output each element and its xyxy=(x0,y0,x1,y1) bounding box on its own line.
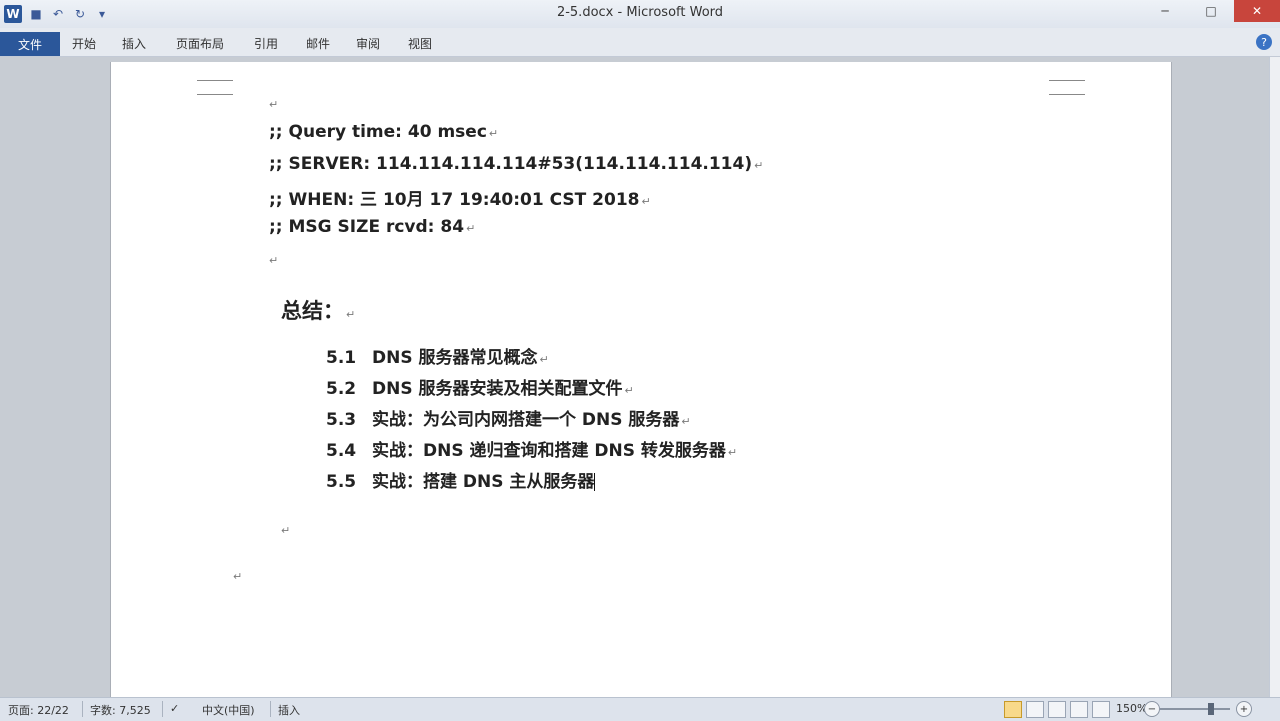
summary-item[interactable]: 5.4 实战：DNS 递归查询和搭建 DNS 转发服务器 ↵ xyxy=(326,436,737,461)
summary-heading-text: 总结： xyxy=(281,299,344,323)
tab-file[interactable]: 文件 xyxy=(0,32,60,56)
summary-item-text: 实战：DNS 递归查询和搭建 DNS 转发服务器 xyxy=(372,441,726,461)
summary-item-text: DNS 服务器安装及相关配置文件 xyxy=(372,379,623,399)
when-line[interactable]: ;; WHEN: 三 10月 17 19:40:01 CST 2018 ↵ xyxy=(269,185,651,210)
server-line[interactable]: ;; SERVER: 114.114.114.114#53(114.114.11… xyxy=(269,154,763,174)
summary-item[interactable]: 5.2 DNS 服务器安装及相关配置文件 ↵ xyxy=(326,374,634,399)
paragraph-mark: ↵ xyxy=(269,98,279,111)
full-screen-reading-view-icon[interactable] xyxy=(1026,701,1044,718)
page-count[interactable]: 页面: 22/22 xyxy=(8,702,69,718)
window-controls: ─ □ ✕ xyxy=(1142,0,1280,22)
query-time-line[interactable]: ;; Query time: 40 msec ↵ xyxy=(269,122,498,142)
summary-item-number: 5.5 xyxy=(326,472,357,492)
crop-mark xyxy=(1049,80,1085,95)
tab-mailings[interactable]: 邮件 xyxy=(306,35,330,52)
paragraph-mark: ↵ xyxy=(269,254,279,267)
paragraph-mark: ↵ xyxy=(727,446,738,459)
paragraph-mark: ↵ xyxy=(641,195,651,208)
msg-size-line[interactable]: ;; MSG SIZE rcvd: 84 ↵ xyxy=(269,217,475,237)
zoom-level[interactable]: 150% xyxy=(1116,702,1147,715)
line-text: ;; Query time: 40 msec xyxy=(269,122,487,142)
crop-mark xyxy=(1049,66,1085,81)
paragraph-mark: ↵ xyxy=(488,127,499,140)
draft-view-icon[interactable] xyxy=(1092,701,1110,718)
line-text: ;; MSG SIZE rcvd: 84 xyxy=(269,217,465,237)
summary-item-number: 5.3 xyxy=(326,410,357,430)
paragraph-mark: ↵ xyxy=(539,353,549,366)
tab-view[interactable]: 视图 xyxy=(408,35,432,52)
print-layout-view-icon[interactable] xyxy=(1004,701,1022,718)
paragraph-mark: ↵ xyxy=(281,524,291,537)
close-button[interactable]: ✕ xyxy=(1234,0,1280,22)
summary-item-number: 5.1 xyxy=(326,348,357,368)
status-bar: 页面: 22/22 字数: 7,525 ✓ 中文(中国) 插入 150% − + xyxy=(0,697,1280,721)
tab-home[interactable]: 开始 xyxy=(72,35,96,52)
crop-mark xyxy=(197,80,233,95)
language-indicator[interactable]: 中文(中国) xyxy=(202,702,255,718)
outline-view-icon[interactable] xyxy=(1070,701,1088,718)
summary-item[interactable]: 5.1 DNS 服务器常见概念 ↵ xyxy=(326,343,549,368)
ribbon-tabs: 文件 开始 插入 页面布局 引用 邮件 审阅 视图 ? xyxy=(0,28,1280,57)
summary-item-number: 5.2 xyxy=(326,379,357,399)
summary-item[interactable]: 5.3 实战：为公司内网搭建一个 DNS 服务器 ↵ xyxy=(326,405,691,430)
line-text: ;; WHEN: 三 10月 17 19:40:01 CST 2018 xyxy=(269,190,640,210)
paragraph-mark: ↵ xyxy=(346,308,356,321)
crop-mark xyxy=(197,66,233,81)
text-cursor xyxy=(594,473,596,491)
web-layout-view-icon[interactable] xyxy=(1048,701,1066,718)
paragraph-mark: ↵ xyxy=(624,384,634,397)
paragraph-mark: ↵ xyxy=(466,222,476,235)
divider xyxy=(270,701,271,717)
zoom-in-icon[interactable]: + xyxy=(1236,701,1252,717)
proofing-icon[interactable]: ✓ xyxy=(170,702,179,715)
paragraph-mark: ↵ xyxy=(233,570,243,583)
help-icon[interactable]: ? xyxy=(1256,34,1272,50)
insert-mode[interactable]: 插入 xyxy=(278,702,300,718)
document-page[interactable]: ↵ ;; Query time: 40 msec ↵ ;; SERVER: 114… xyxy=(110,62,1172,702)
vertical-scrollbar[interactable] xyxy=(1269,57,1280,697)
divider xyxy=(162,701,163,717)
zoom-out-icon[interactable]: − xyxy=(1144,701,1160,717)
minimize-button[interactable]: ─ xyxy=(1142,0,1188,22)
divider xyxy=(82,701,83,717)
tab-insert[interactable]: 插入 xyxy=(122,35,146,52)
document-workspace: ↵ ;; Query time: 40 msec ↵ ;; SERVER: 114… xyxy=(0,57,1280,702)
paragraph-mark: ↵ xyxy=(754,159,764,172)
summary-heading[interactable]: 总结： ↵ xyxy=(281,295,355,325)
tab-page-layout[interactable]: 页面布局 xyxy=(176,35,224,52)
maximize-button[interactable]: □ xyxy=(1188,0,1234,22)
tab-review[interactable]: 审阅 xyxy=(356,35,380,52)
word-count[interactable]: 字数: 7,525 xyxy=(90,702,151,718)
title-bar: W ■ ↶ ↻ ▾ 2-5.docx - Microsoft Word ─ □ … xyxy=(0,0,1280,29)
line-text: ;; SERVER: 114.114.114.114#53(114.114.11… xyxy=(269,154,753,174)
summary-item-number: 5.4 xyxy=(326,441,357,461)
summary-item[interactable]: 5.5 实战：搭建 DNS 主从服务器 xyxy=(326,467,596,492)
zoom-slider-thumb[interactable] xyxy=(1208,703,1214,715)
summary-item-text: 实战：为公司内网搭建一个 DNS 服务器 xyxy=(372,410,680,430)
zoom-slider[interactable] xyxy=(1160,708,1230,710)
window-title: 2-5.docx - Microsoft Word xyxy=(556,5,724,20)
paragraph-mark: ↵ xyxy=(681,415,691,428)
summary-item-text: 实战：搭建 DNS 主从服务器 xyxy=(372,472,595,492)
summary-item-text: DNS 服务器常见概念 xyxy=(372,348,538,368)
tab-references[interactable]: 引用 xyxy=(254,35,278,52)
